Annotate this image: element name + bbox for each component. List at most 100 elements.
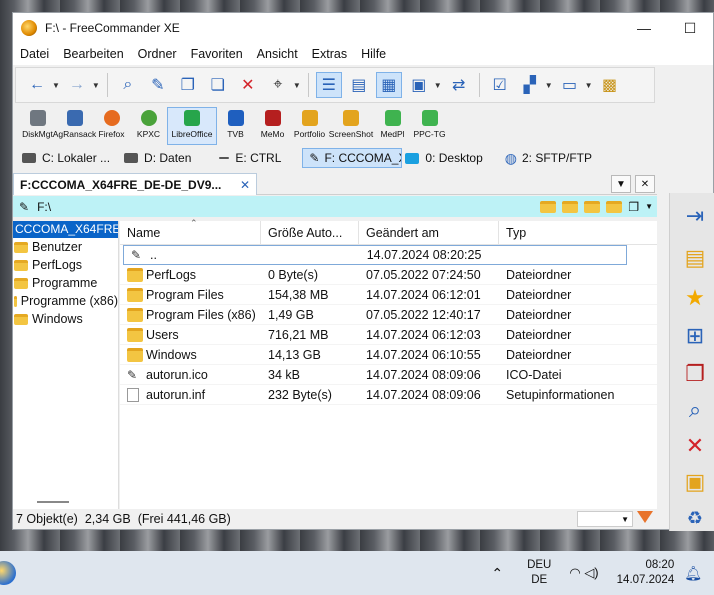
swap-panels-icon[interactable]: ⇥ — [680, 201, 710, 231]
list-view-icon[interactable]: ▦ — [375, 72, 402, 98]
plugin-agransack[interactable]: AgRansack — [53, 107, 96, 145]
drive-e[interactable]: E: CTRL — [212, 148, 288, 168]
window-layout-icon[interactable]: ▭ — [557, 72, 583, 98]
parent-folder-icon[interactable] — [584, 200, 601, 213]
compare-files-icon[interactable]: ❐ — [680, 359, 710, 389]
chevron-up-icon[interactable]: ⌃ — [491, 565, 503, 582]
root-folder-icon[interactable] — [606, 200, 623, 213]
preview-dropdown-icon[interactable]: ▼ — [434, 81, 442, 90]
minimize-button[interactable]: — — [621, 13, 667, 43]
plugin-screenshot[interactable]: ScreenShot — [328, 107, 374, 145]
plugin-memo[interactable]: MeMo — [254, 107, 291, 145]
preview-icon[interactable]: ▣ — [406, 72, 432, 98]
plugin-firefox[interactable]: Firefox — [93, 107, 130, 145]
path-dropdown-icon[interactable]: ▼ — [645, 202, 653, 211]
table-row[interactable]: Users 716,21 MB 14.07.2024 06:12:03 Dateior… — [120, 325, 657, 345]
favorites-folder-icon[interactable] — [562, 200, 579, 213]
tree-node[interactable]: PerfLogs — [13, 256, 118, 274]
drive-desktop[interactable]: 0: Desktop — [402, 148, 489, 168]
drive-c[interactable]: C: Lokaler ... — [15, 148, 117, 168]
wifi-volume-icon[interactable]: ◠ ◁) — [569, 565, 598, 581]
column-modified[interactable]: Geändert am — [359, 221, 499, 245]
forward-dropdown-icon[interactable]: ▼ — [92, 81, 100, 90]
layout-grid-icon[interactable]: ▞ — [517, 72, 543, 98]
plugin-diskmgt[interactable]: DiskMgt — [19, 107, 56, 145]
pencil-edit-icon[interactable]: ✎ — [145, 72, 171, 98]
clock[interactable]: 08:20 14.07.2024 — [617, 558, 675, 588]
plugin-libreoffice[interactable]: LibreOffice — [167, 107, 217, 145]
checklist-icon[interactable]: ☑ — [487, 72, 513, 98]
delete-x-icon[interactable]: ✕ — [680, 431, 710, 461]
drive-d[interactable]: D: Daten — [117, 148, 198, 168]
binoculars-dropdown-icon[interactable]: ▼ — [293, 81, 301, 90]
tree-node[interactable]: Benutzer — [13, 238, 118, 256]
column-type[interactable]: Typ — [499, 221, 629, 245]
usb-drive-icon: ✎ — [127, 367, 138, 382]
drive-sftp[interactable]: ◍ 2: SFTP/FTP — [498, 148, 599, 168]
language-indicator[interactable]: DEU DE — [527, 558, 551, 588]
layout-dropdown-icon[interactable]: ▼ — [545, 81, 553, 90]
tree-root[interactable]: CCCOMA_X64FRE — [13, 221, 118, 238]
table-row[interactable]: Program Files (x86) 1,49 GB 07.05.2022 12:… — [120, 305, 657, 325]
folder-icon — [14, 259, 28, 271]
plugin-portfolio[interactable]: Portfolio — [291, 107, 328, 145]
package-icon[interactable]: ▩ — [597, 72, 623, 98]
forward-arrow-icon[interactable]: → — [64, 72, 90, 98]
tab-f-drive[interactable]: F:CCCOMA_X64FRE_DE-DE_DV9... ✕ — [13, 173, 257, 195]
menu-extras[interactable]: Extras — [305, 47, 354, 61]
search-icon[interactable]: ⌕ — [680, 395, 710, 425]
back-arrow-icon[interactable]: ← — [24, 72, 50, 98]
plugin-medpl[interactable]: MedPl — [374, 107, 411, 145]
copy-path-icon[interactable]: ❐ — [628, 200, 639, 214]
tab-close-icon[interactable]: ✕ — [240, 178, 250, 192]
tree-scrollbar[interactable] — [37, 501, 69, 503]
move-file-icon[interactable]: ❏ — [205, 72, 231, 98]
menu-hilfe[interactable]: Hilfe — [354, 47, 393, 61]
plugin-ppc-tg[interactable]: PPC-TG — [411, 107, 448, 145]
tree-node[interactable]: Windows — [13, 310, 118, 328]
window-layout-dropdown-icon[interactable]: ▼ — [585, 81, 593, 90]
menu-bearbeiten[interactable]: Bearbeiten — [56, 47, 130, 61]
drive-f[interactable]: ✎F: CCCOMA_X64FRE — [302, 148, 403, 168]
star-favorites-icon[interactable]: ★ — [680, 283, 710, 313]
table-row[interactable]: Windows 14,13 GB 14.07.2024 06:10:55 Dateio… — [120, 345, 657, 365]
menu-datei[interactable]: Datei — [13, 47, 56, 61]
table-row[interactable]: ✎ autorun.ico 34 kB 14.07.2024 08:09:06 ICO-… — [120, 365, 657, 385]
cell-type: Dateiordner — [499, 328, 629, 342]
folder-list-icon[interactable]: ▤ — [680, 243, 710, 273]
table-row[interactable]: Program Files 154,38 MB 14.07.2024 06:12:0… — [120, 285, 657, 305]
path-text[interactable]: F:\ — [37, 200, 51, 214]
taskbar-app-icon[interactable] — [0, 561, 16, 585]
close-panel-icon[interactable]: ✕ — [635, 175, 655, 193]
details-view-icon[interactable]: ▤ — [346, 72, 372, 98]
plugin-tvb[interactable]: TVB — [217, 107, 254, 145]
sync-folder-icon[interactable]: ▣ — [680, 467, 710, 497]
menu-bar: Datei Bearbeiten Ordner Favoriten Ansich… — [13, 43, 713, 65]
search-icon[interactable]: ⌕ — [115, 72, 141, 98]
delete-x-icon[interactable]: ✕ — [235, 72, 261, 98]
filter-dropdown[interactable]: ▼ — [577, 511, 633, 527]
tab-dropdown-icon[interactable]: ▼ — [611, 175, 631, 193]
table-row[interactable]: ✎.. 14.07.2024 08:20:25 — [123, 245, 627, 265]
tree-node[interactable]: Programme (x86) — [13, 292, 118, 310]
add-files-icon[interactable]: ⊞ — [680, 321, 710, 351]
recycle-bin-icon[interactable]: ♻ — [680, 503, 710, 533]
sync-icon[interactable]: ⇄ — [446, 72, 472, 98]
menu-ordner[interactable]: Ordner — [131, 47, 184, 61]
binoculars-icon[interactable]: ⌖ — [265, 72, 291, 98]
menu-favoriten[interactable]: Favoriten — [184, 47, 250, 61]
table-row[interactable]: PerfLogs 0 Byte(s) 07.05.2022 07:24:50 Date… — [120, 265, 657, 285]
filter-funnel-icon[interactable] — [637, 511, 653, 523]
back-dropdown-icon[interactable]: ▼ — [52, 81, 60, 90]
plugin-kpxc[interactable]: KPXC — [130, 107, 167, 145]
column-size[interactable]: Größe Auto... — [261, 221, 359, 245]
tree-view-icon[interactable]: ☰ — [315, 72, 342, 98]
table-row[interactable]: autorun.inf 232 Byte(s) 14.07.2024 08:09:0… — [120, 385, 657, 405]
copy-file-icon[interactable]: ❐ — [175, 72, 201, 98]
history-folder-icon[interactable] — [540, 200, 557, 213]
notification-bell-icon[interactable]: 🔔︎ — [684, 565, 702, 582]
menu-ansicht[interactable]: Ansicht — [250, 47, 305, 61]
tree-node[interactable]: Programme — [13, 274, 118, 292]
cell-modified: 14.07.2024 06:10:55 — [359, 348, 499, 362]
maximize-button[interactable]: ☐ — [667, 13, 713, 43]
